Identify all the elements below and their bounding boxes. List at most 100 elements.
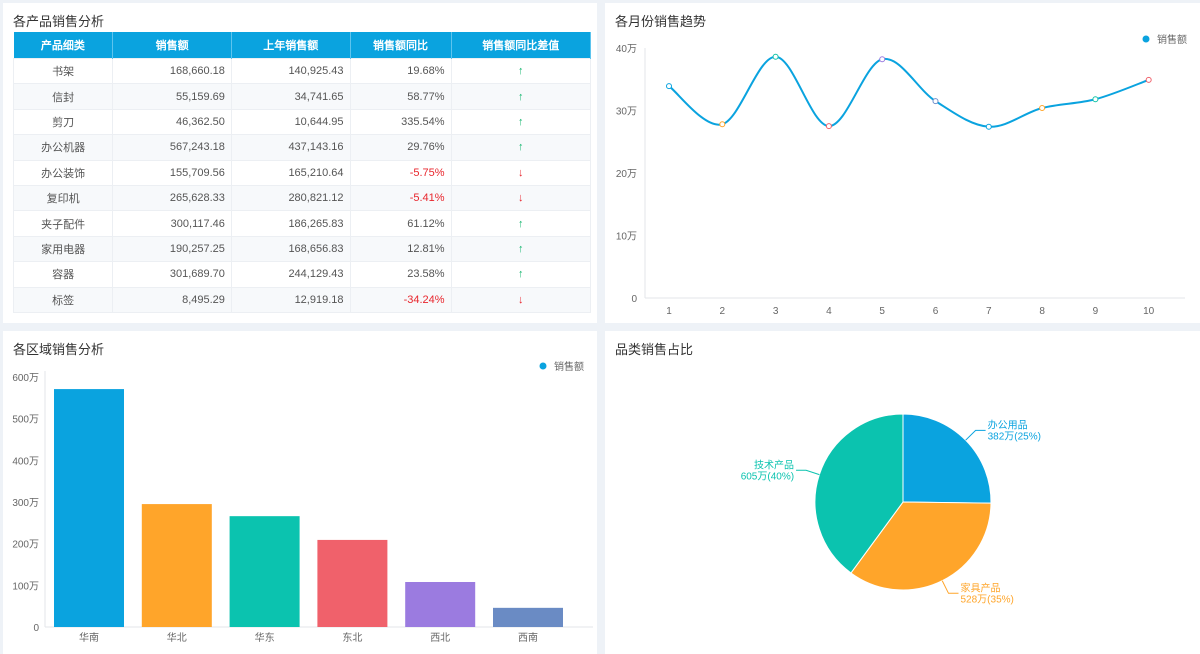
data-point bbox=[932, 98, 939, 105]
y-tick-label: 10万 bbox=[616, 232, 637, 243]
data-point bbox=[719, 121, 726, 128]
data-point bbox=[772, 53, 779, 60]
value-cell: 12.81% bbox=[349, 235, 452, 263]
table-panel: 各产品销售分析 产品细类 销售额 上年销售额 销售额同比 销售额同比差值 书架 168,66… bbox=[3, 3, 597, 323]
value-cell: 61.12% bbox=[349, 210, 452, 237]
legend-marker bbox=[539, 362, 547, 370]
value-cell: 34,741.65 bbox=[230, 83, 351, 110]
y-tick-label: 200万 bbox=[12, 540, 39, 551]
value-cell: 155,709.56 bbox=[112, 159, 232, 186]
table-row: 标签 8,495.29 12,919.18 -34.24% ↓ bbox=[12, 286, 592, 313]
category-cell: 信封 bbox=[12, 83, 114, 110]
bar bbox=[317, 539, 388, 627]
value-cell: 186,265.83 bbox=[230, 210, 351, 237]
value-cell: 280,821.12 bbox=[230, 184, 351, 212]
bar bbox=[54, 389, 124, 627]
data-point bbox=[1039, 105, 1046, 111]
value-cell: 437,143.16 bbox=[230, 134, 351, 161]
x-tick-label: 西北 bbox=[430, 632, 450, 644]
table-row: 复印机 265,628.33 280,821.12 -5.41% ↓ bbox=[12, 184, 592, 212]
label-line bbox=[796, 469, 820, 476]
column-header[interactable]: 销售额同比 bbox=[350, 32, 452, 59]
y-tick-label: 20万 bbox=[616, 169, 637, 180]
value-cell: 19.68% bbox=[349, 57, 452, 85]
column-header[interactable]: 销售额同比差值 bbox=[451, 32, 592, 59]
x-tick-label: 6 bbox=[933, 306, 939, 317]
y-tick-label: 100万 bbox=[12, 581, 39, 592]
line-panel: 各月份销售趋势 0 10万 20万 30万 40万 1 2 3 4 5 6 7 8 9 10 销售额 bbox=[605, 3, 1200, 323]
bar bbox=[141, 504, 212, 627]
arrow-up-icon: ↑ bbox=[450, 57, 592, 85]
data-point bbox=[825, 123, 832, 130]
y-tick-label: 40万 bbox=[616, 44, 637, 55]
x-tick-label: 东北 bbox=[342, 631, 362, 644]
x-tick-label: 9 bbox=[1093, 306, 1099, 317]
arrow-up-icon: ↑ bbox=[450, 83, 592, 110]
value-cell: 168,656.83 bbox=[230, 235, 351, 263]
category-cell: 办公装饰 bbox=[12, 159, 114, 186]
column-header[interactable]: 上年销售额 bbox=[231, 32, 351, 59]
table-row: 办公机器 567,243.18 437,143.16 29.76% ↑ bbox=[12, 134, 592, 161]
x-tick-label: 西南 bbox=[518, 631, 538, 644]
arrow-up-icon: ↑ bbox=[450, 210, 592, 237]
table-row: 家用电器 190,257.25 168,656.83 12.81% ↑ bbox=[12, 235, 592, 263]
legend-label: 销售额 bbox=[1157, 33, 1187, 46]
value-cell: 567,243.18 bbox=[112, 134, 232, 161]
value-cell: 265,628.33 bbox=[112, 184, 232, 212]
bar bbox=[229, 516, 300, 627]
data-point bbox=[985, 123, 992, 130]
category-cell: 标签 bbox=[12, 286, 114, 313]
y-tick-label: 300万 bbox=[12, 498, 39, 509]
y-tick-label: 400万 bbox=[12, 456, 39, 467]
table-row: 信封 55,159.69 34,741.65 58.77% ↑ bbox=[12, 83, 592, 110]
y-tick-label: 30万 bbox=[616, 107, 637, 118]
value-cell: 8,495.29 bbox=[112, 286, 232, 313]
value-cell: 46,362.50 bbox=[112, 108, 232, 136]
arrow-up-icon: ↑ bbox=[450, 134, 592, 161]
y-tick-label: 600万 bbox=[12, 373, 39, 384]
arrow-down-icon: ↓ bbox=[450, 159, 592, 186]
legend-marker bbox=[1142, 35, 1150, 43]
value-cell: 29.76% bbox=[349, 134, 452, 161]
table-row: 剪刀 46,362.50 10,644.95 335.54% ↑ bbox=[12, 108, 592, 136]
x-tick-label: 华北 bbox=[167, 631, 187, 644]
category-cell: 书架 bbox=[12, 57, 114, 85]
x-tick-label: 4 bbox=[826, 306, 832, 317]
category-cell: 复印机 bbox=[12, 184, 114, 212]
bar-panel: 各区域销售分析 0 100万 200万 300万 400万 500万 600万 华南 华北 华东东… bbox=[3, 331, 597, 654]
arrow-down-icon: ↓ bbox=[450, 184, 592, 212]
x-tick-label: 3 bbox=[773, 306, 779, 317]
arrow-down-icon: ↓ bbox=[450, 286, 592, 313]
value-cell: 55,159.69 bbox=[112, 83, 232, 110]
x-tick-label: 华东 bbox=[255, 631, 275, 644]
slice-name: 家具产品 bbox=[961, 581, 1001, 594]
x-tick-label: 2 bbox=[720, 306, 726, 317]
category-cell: 剪刀 bbox=[12, 108, 114, 136]
column-header[interactable]: 产品细类 bbox=[13, 32, 114, 59]
x-tick-label: 1 bbox=[666, 306, 672, 317]
data-point bbox=[666, 83, 672, 90]
value-cell: 165,210.64 bbox=[230, 159, 351, 186]
slice-name: 技术产品 bbox=[754, 458, 794, 471]
label-line bbox=[941, 580, 959, 594]
value-cell: 12,919.18 bbox=[230, 286, 351, 313]
x-tick-label: 10 bbox=[1143, 306, 1155, 317]
table-row: 容器 301,689.70 244,129.43 23.58% ↑ bbox=[12, 261, 592, 288]
x-tick-label: 5 bbox=[879, 306, 885, 317]
slice-value: 528万(35%) bbox=[961, 594, 1014, 605]
value-cell: 335.54% bbox=[349, 108, 452, 136]
data-point bbox=[1092, 96, 1099, 103]
value-cell: 244,129.43 bbox=[230, 261, 351, 288]
value-cell: 190,257.25 bbox=[112, 235, 232, 263]
arrow-up-icon: ↑ bbox=[450, 261, 592, 288]
legend-label: 销售额 bbox=[554, 360, 584, 373]
table-row: 书架 168,660.18 140,925.43 19.68% ↑ bbox=[12, 57, 592, 85]
column-header[interactable]: 销售额 bbox=[112, 32, 232, 59]
y-tick-label: 0 bbox=[631, 294, 637, 305]
value-cell: 58.77% bbox=[349, 83, 452, 110]
value-cell: -34.24% bbox=[349, 286, 452, 313]
value-cell: 10,644.95 bbox=[230, 108, 351, 136]
pie-panel: 品类销售占比 办公用品 382万(25%) 家具产品 528万(35%) 技术产品 605… bbox=[605, 331, 1200, 654]
value-cell: 23.58% bbox=[349, 261, 452, 288]
product-sales-table: 产品细类 销售额 上年销售额 销售额同比 销售额同比差值 书架 168,660.18 140,… bbox=[12, 32, 592, 313]
